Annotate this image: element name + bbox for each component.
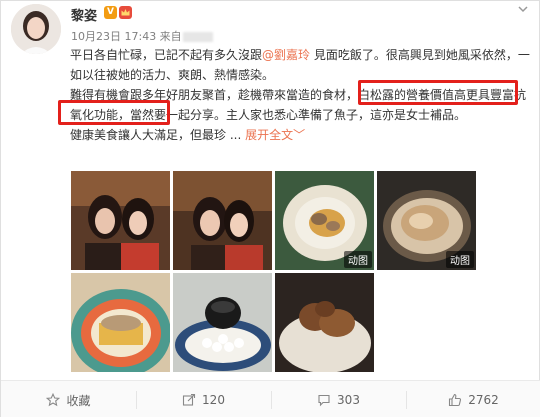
- photo-thumbnail[interactable]: 动图: [275, 171, 374, 270]
- photo-grid: 动图 动图: [71, 171, 481, 372]
- weibo-post-card: 黎姿 V 10月23日 17:43 来自 平日各自忙碌，已記不起有多久沒跟@劉嘉…: [0, 0, 540, 417]
- photo-thumbnail[interactable]: 动图: [377, 171, 476, 270]
- like-count: 2762: [468, 393, 499, 407]
- photo-women-icon: [71, 171, 170, 270]
- post-source-blurred: [182, 32, 213, 42]
- post-paragraph-2: 難得有機會跟多年好朋友聚首，趁機帶來當造的食材，白松露的營養價值高更具豐富抗氧化…: [70, 88, 527, 122]
- photo-thumbnail[interactable]: [71, 273, 170, 372]
- photo-women-icon: [173, 171, 272, 270]
- post-timestamp[interactable]: 10月23日 17:43 来自: [71, 30, 182, 43]
- username[interactable]: 黎姿: [71, 5, 97, 24]
- favorite-button[interactable]: 收藏: [1, 381, 136, 417]
- comment-button[interactable]: 303: [271, 381, 406, 417]
- photo-thumbnail[interactable]: [71, 171, 170, 270]
- thumbs-up-icon: [449, 393, 462, 407]
- post-paragraph-3: 健康美食讓人大滿足，但最珍 ... 展开全文﹀: [70, 128, 306, 142]
- chevron-down-icon: ﹀: [293, 128, 306, 142]
- photo-thumbnail[interactable]: [275, 273, 374, 372]
- chevron-down-icon[interactable]: [517, 3, 529, 15]
- comment-icon: [318, 394, 330, 407]
- post-paragraph-1: 平日各自忙碌，已記不起有多久沒跟@劉嘉玲 見面吃飯了。很高興見到她風采依然，一如…: [70, 48, 530, 82]
- avatar[interactable]: [11, 4, 61, 54]
- post-meta: 10月23日 17:43 来自: [71, 28, 213, 44]
- verified-badge[interactable]: V: [104, 6, 117, 19]
- photo-truffle-rice-icon: [275, 273, 374, 372]
- member-crown-icon[interactable]: [119, 6, 132, 19]
- expand-full-text-link[interactable]: 展开全文﹀: [245, 128, 305, 142]
- star-icon: [46, 393, 61, 407]
- photo-truffle-toast-icon: [71, 273, 170, 372]
- photo-thumbnail[interactable]: [173, 171, 272, 270]
- mention-link[interactable]: @劉嘉玲: [262, 48, 310, 62]
- comment-count: 303: [337, 393, 360, 407]
- gif-badge: 动图: [344, 251, 372, 268]
- share-count: 120: [202, 393, 225, 407]
- gif-badge: 动图: [446, 251, 474, 268]
- share-button[interactable]: 120: [136, 381, 271, 417]
- like-button[interactable]: 2762: [406, 381, 540, 417]
- photo-thumbnail[interactable]: [173, 273, 272, 372]
- favorite-label: 收藏: [66, 393, 91, 408]
- action-bar: 收藏 120 303 2762: [1, 380, 540, 417]
- share-icon: [182, 393, 196, 406]
- post-body: 平日各自忙碌，已記不起有多久沒跟@劉嘉玲 見面吃飯了。很高興見到她風采依然，一如…: [70, 45, 532, 145]
- photo-caviar-bowl-icon: [173, 273, 272, 372]
